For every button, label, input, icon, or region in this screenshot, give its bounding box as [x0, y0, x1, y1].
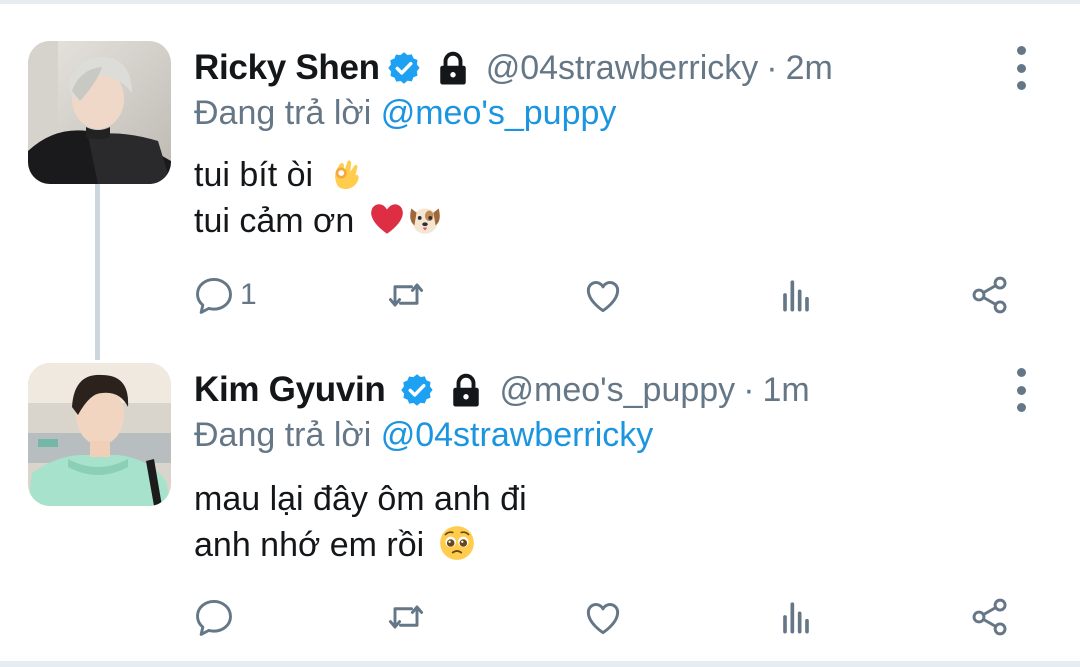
retweet-button[interactable] [384, 592, 428, 642]
tweet-text: tui bít òi tui cảm ơn [194, 152, 444, 244]
bottom-divider [0, 661, 1080, 667]
tweet-line: tui bít òi [194, 152, 444, 198]
tweet-line: anh nhớ em rồi [194, 522, 527, 568]
reply-button[interactable] [192, 592, 240, 642]
separator-dot: · [743, 370, 755, 409]
share-button[interactable] [968, 592, 1012, 642]
share-icon [972, 598, 1007, 636]
retweet-icon [388, 283, 424, 307]
tweet-line: mau lại đây ôm anh đi [194, 476, 527, 522]
replying-to-line: Đang trả lời @04strawberricky [194, 416, 653, 455]
display-name[interactable]: Ricky Shen [194, 48, 380, 88]
reply-icon [196, 599, 232, 636]
retweet-icon [388, 605, 424, 629]
tweet-line-text: anh nhớ em rồi [194, 526, 425, 564]
tweet-actions: 1 [0, 270, 1080, 320]
tweet-ricky-shen[interactable]: Ricky Shen @04strawberricky · 2m Đang tr… [0, 0, 1080, 330]
analytics-icon [783, 280, 809, 312]
replying-to-label: Đang trả lời [194, 416, 372, 454]
reply-button[interactable]: 1 [192, 270, 257, 320]
more-vertical-icon[interactable] [1006, 46, 1036, 90]
lock-icon [453, 373, 480, 407]
analytics-button[interactable] [774, 592, 818, 642]
reply-icon [196, 277, 232, 314]
more-vertical-icon[interactable] [1006, 368, 1036, 412]
share-icon [972, 276, 1007, 314]
dog-face-emoji [409, 208, 440, 234]
avatar[interactable] [28, 41, 171, 184]
timestamp[interactable]: 1m [763, 371, 810, 410]
lock-icon [439, 51, 466, 85]
share-button[interactable] [968, 270, 1012, 320]
tweet-line-text: mau lại đây ôm anh đi [194, 480, 527, 518]
user-handle[interactable]: @04strawberricky [486, 49, 759, 88]
verified-badge-icon [387, 52, 420, 84]
analytics-icon [783, 602, 809, 634]
like-icon [586, 281, 620, 313]
replying-to-label: Đang trả lời [194, 94, 372, 132]
avatar-image [28, 41, 171, 184]
reply-to-handle-link[interactable]: @meo's_puppy [381, 94, 617, 132]
display-name[interactable]: Kim Gyuvin [194, 370, 386, 410]
ok-hand-emoji [334, 160, 359, 190]
pleading-face-emoji [439, 526, 474, 560]
reply-count: 1 [240, 278, 257, 311]
tweet-kim-gyuvin[interactable]: Kim Gyuvin @meo's_puppy · 1m Đang trả lờ… [0, 330, 1080, 661]
tweet-line-text: tui cảm ơn [194, 202, 355, 240]
red-heart-emoji [370, 204, 403, 234]
verified-badge-icon [401, 374, 434, 406]
tweet-actions [0, 592, 1080, 642]
tweet-line: tui cảm ơn [194, 198, 444, 244]
timestamp[interactable]: 2m [786, 49, 833, 88]
avatar[interactable] [28, 363, 171, 506]
like-button[interactable] [581, 592, 625, 642]
analytics-button[interactable] [774, 270, 818, 320]
replying-to-line: Đang trả lời @meo's_puppy [194, 94, 616, 133]
retweet-button[interactable] [384, 270, 428, 320]
separator-dot: · [766, 48, 778, 87]
reply-to-handle-link[interactable]: @04strawberricky [381, 416, 654, 454]
user-handle[interactable]: @meo's_puppy [499, 371, 735, 410]
tweet-line-text: tui bít òi [194, 156, 314, 194]
like-button[interactable] [581, 270, 625, 320]
tweet-text: mau lại đây ôm anh đi anh nhớ em rồi [194, 476, 527, 568]
avatar-image [28, 363, 171, 506]
like-icon [586, 603, 620, 635]
